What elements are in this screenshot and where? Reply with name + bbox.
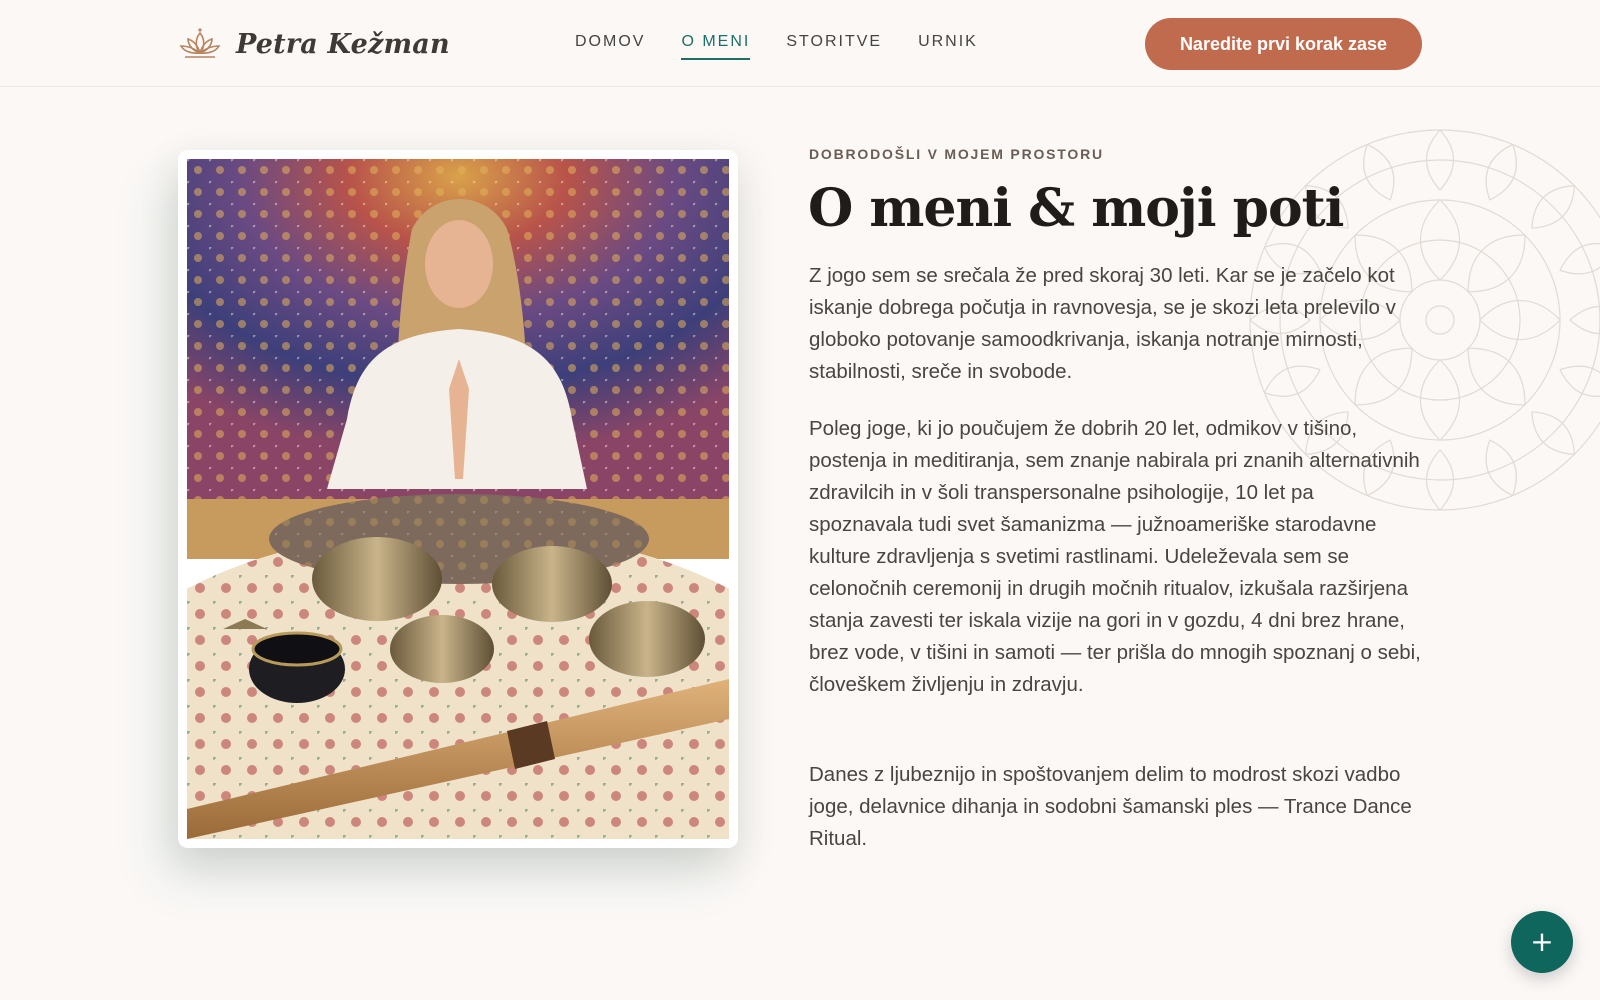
about-paragraph-1: Z jogo sem se srečala že pred skoraj 30 … bbox=[809, 264, 1396, 383]
brand-logo[interactable]: Petra Kežman bbox=[179, 22, 450, 66]
plus-icon: + bbox=[1530, 925, 1554, 958]
site-header: Petra Kežman DOMOV O MENI STORITVE URNIK… bbox=[0, 0, 1600, 87]
profile-photo-frame bbox=[178, 150, 738, 848]
about-paragraph-3: Danes z ljubeznijo in spoštovanjem delim… bbox=[809, 763, 1412, 850]
nav-storitve[interactable]: STORITVE bbox=[786, 33, 882, 60]
nav-o-meni[interactable]: O MENI bbox=[681, 33, 751, 60]
profile-photo bbox=[187, 159, 729, 839]
cta-button[interactable]: Naredite prvi korak zase bbox=[1145, 18, 1422, 70]
nav-domov[interactable]: DOMOV bbox=[575, 33, 645, 60]
about-paragraph-2: Poleg joge, ki jo poučujem že dobrih 20 … bbox=[809, 417, 1421, 696]
brand-name: Petra Kežman bbox=[236, 28, 450, 60]
floating-plus-button[interactable]: + bbox=[1511, 911, 1573, 973]
lotus-icon bbox=[179, 28, 221, 58]
page-title: O meni & moji poti bbox=[808, 178, 1344, 239]
nav-urnik[interactable]: URNIK bbox=[918, 33, 978, 60]
main-nav: DOMOV O MENI STORITVE URNIK bbox=[575, 33, 1014, 60]
section-kicker: DOBRODOŠLI V MOJEM PROSTORU bbox=[809, 146, 1104, 162]
